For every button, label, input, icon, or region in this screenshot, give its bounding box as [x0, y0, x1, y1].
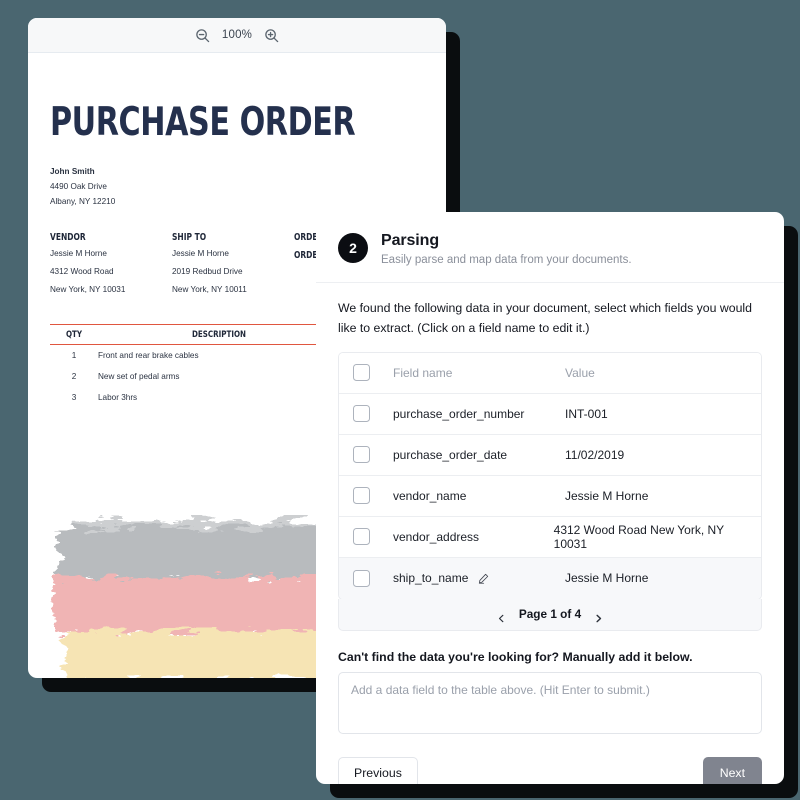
field-value-cell[interactable]: Jessie M Horne — [565, 489, 648, 503]
table-row[interactable]: vendor_address 4312 Wood Road New York, N… — [339, 517, 761, 558]
zoom-in-icon[interactable] — [264, 28, 279, 43]
field-value-cell[interactable]: 11/02/2019 — [565, 448, 624, 462]
instructions-text: We found the following data in your docu… — [338, 301, 753, 335]
chevron-right-icon[interactable] — [594, 610, 603, 623]
field-name-cell[interactable]: vendor_name — [393, 489, 565, 503]
zoom-out-icon[interactable] — [195, 28, 210, 43]
select-all-checkbox[interactable] — [353, 364, 370, 382]
row-checkbox[interactable] — [353, 446, 370, 464]
field-name-text: ship_to_name — [393, 571, 469, 586]
chevron-left-icon[interactable] — [497, 610, 506, 623]
ship-to-heading: SHIP TO — [172, 231, 207, 243]
purchase-order-title: PURCHASE ORDER — [50, 100, 356, 145]
table-pagination: Page 1 of 4 — [338, 598, 762, 631]
field-name-cell[interactable]: purchase_order_date — [393, 448, 565, 462]
edit-pencil-icon[interactable] — [478, 573, 489, 584]
document-toolbar: 100% — [28, 18, 446, 53]
line-item-description: Front and rear brake cables — [98, 351, 199, 361]
parsing-panel: 2 Parsing Easily parse and map data from… — [316, 212, 784, 784]
next-button[interactable]: Next — [702, 756, 762, 784]
items-col-description: DESCRIPTION — [191, 330, 247, 341]
field-name-text: purchase_order_number — [393, 406, 525, 421]
line-item-qty: 3 — [71, 393, 77, 403]
row-checkbox[interactable] — [353, 487, 370, 505]
field-name-text: vendor_address — [393, 529, 480, 544]
row-checkbox[interactable] — [353, 569, 370, 587]
vendor-street: 4312 Wood Road — [50, 266, 114, 276]
buyer-name: John Smith — [50, 167, 95, 176]
ship-to-city: New York, NY 10011 — [172, 284, 247, 294]
row-checkbox[interactable] — [353, 405, 370, 423]
vendor-name: Jessie M Horne — [50, 248, 107, 258]
parsing-body: We found the following data in your docu… — [316, 283, 784, 739]
ship-to-name: Jessie M Horne — [172, 248, 229, 258]
table-row[interactable]: vendor_name Jessie M Horne — [339, 476, 761, 517]
panel-title: Parsing — [381, 232, 439, 249]
ship-to-street: 2019 Redbud Drive — [172, 266, 243, 276]
field-name-cell[interactable]: ship_to_name — [393, 571, 565, 585]
column-header-field-name: Field name — [393, 365, 453, 380]
field-name-text: vendor_name — [393, 488, 467, 503]
previous-button[interactable]: Previous — [338, 756, 418, 784]
field-value-cell[interactable]: 4312 Wood Road New York, NY 10031 — [554, 523, 747, 551]
buyer-street: 4490 Oak Drive — [50, 182, 107, 192]
manual-add-label: Can't find the data you're looking for? … — [338, 649, 693, 664]
step-number-badge: 2 — [338, 233, 368, 263]
table-row[interactable]: purchase_order_number INT-001 — [339, 394, 761, 435]
buyer-city: Albany, NY 12210 — [50, 197, 116, 207]
field-name-text: purchase_order_date — [393, 447, 508, 462]
column-header-value: Value — [565, 365, 595, 380]
field-value-cell[interactable]: INT-001 — [565, 407, 608, 421]
page-indicator-label: Page 1 of 4 — [518, 607, 582, 622]
line-item-qty: 1 — [71, 351, 77, 361]
table-row[interactable]: ship_to_name Jessie M Horne — [339, 557, 761, 599]
table-row[interactable]: purchase_order_date 11/02/2019 — [339, 435, 761, 476]
panel-subtitle: Easily parse and map data from your docu… — [381, 254, 632, 266]
items-col-qty: QTY — [65, 330, 83, 341]
manual-field-input[interactable] — [338, 671, 762, 734]
vendor-block: VENDOR Jessie M Horne 4312 Wood Road New… — [50, 232, 172, 298]
vendor-heading: VENDOR — [50, 231, 86, 243]
field-name-cell[interactable]: vendor_address — [393, 530, 554, 544]
parsing-footer: Previous Next — [316, 739, 784, 784]
table-header-row: Field name Value — [339, 352, 761, 394]
extracted-fields-table: Field name Value purchase_order_number IN… — [338, 351, 762, 600]
ship-to-block: SHIP TO Jessie M Horne 2019 Redbud Drive… — [172, 232, 294, 298]
buyer-address-block: John Smith 4490 Oak Drive Albany, NY 122… — [50, 164, 424, 210]
line-item-description: New set of pedal arms — [98, 372, 180, 382]
zoom-level-label: 100% — [221, 29, 253, 41]
vendor-city: New York, NY 10031 — [50, 284, 126, 294]
parsing-header: 2 Parsing Easily parse and map data from… — [316, 212, 784, 283]
row-checkbox[interactable] — [353, 528, 370, 546]
field-value-cell[interactable]: Jessie M Horne — [565, 571, 648, 585]
line-item-description: Labor 3hrs — [98, 393, 138, 403]
field-name-cell[interactable]: purchase_order_number — [393, 407, 565, 421]
line-item-qty: 2 — [71, 372, 77, 382]
